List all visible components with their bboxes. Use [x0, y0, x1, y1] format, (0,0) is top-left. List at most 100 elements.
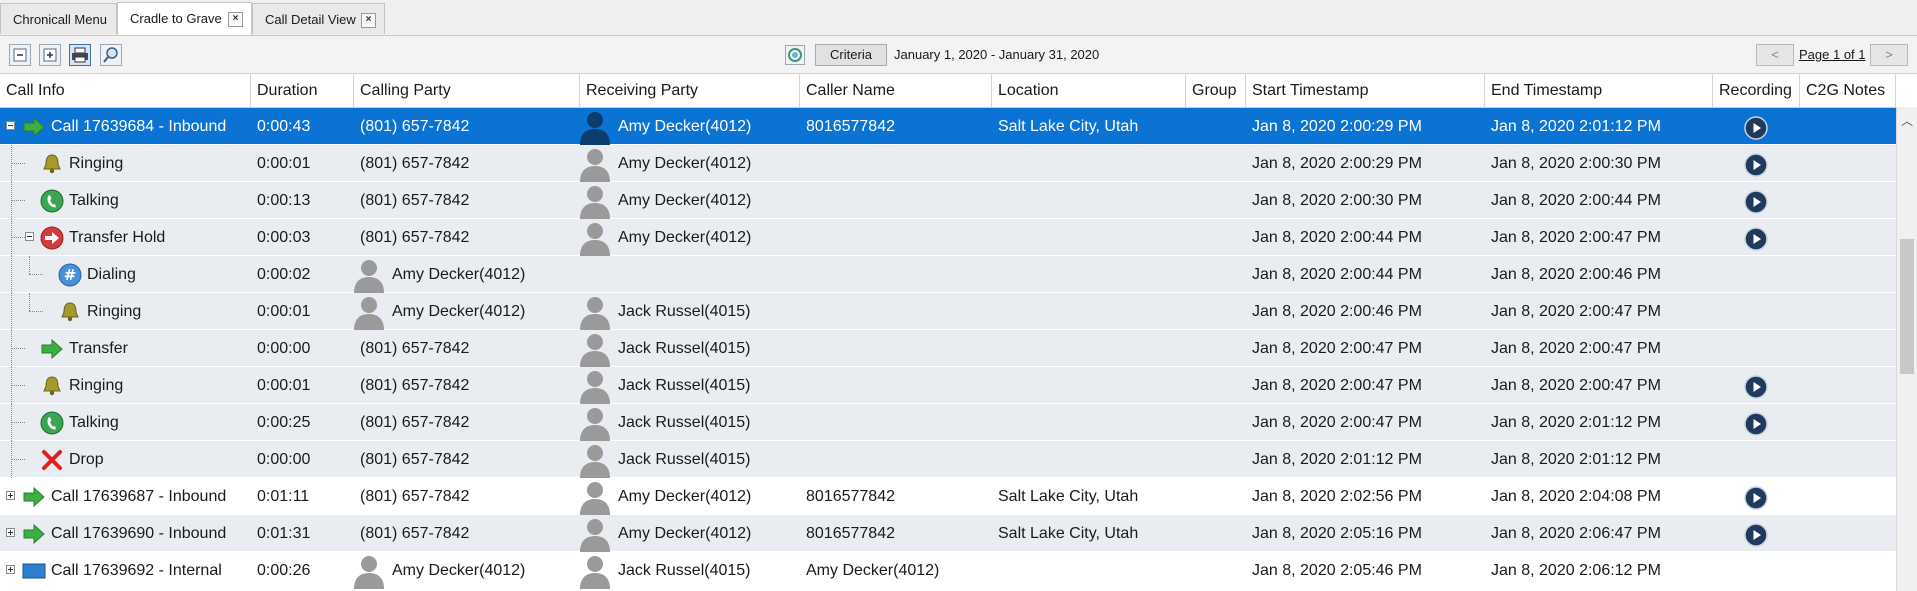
expand-icon[interactable]	[6, 528, 15, 537]
event-row[interactable]: Talking 0:00:13 (801) 657-7842 Amy Decker(4…	[0, 182, 1896, 219]
play-recording-icon[interactable]	[1744, 153, 1768, 177]
collapse-icon[interactable]	[6, 121, 15, 130]
call-row[interactable]: Call 17639690 - Inbound 0:01:31 (801) 657-…	[0, 515, 1896, 552]
call-info-label: Call 17639684 - Inbound	[51, 118, 227, 135]
column-header-caller-name[interactable]: Caller Name	[800, 74, 992, 107]
refresh-icon	[788, 48, 802, 62]
tree-line	[11, 459, 25, 460]
tab-bar: Chronicall Menu Cradle to Grave × Call D…	[0, 0, 1917, 36]
start-timestamp-cell: Jan 8, 2020 2:00:47 PM	[1252, 377, 1422, 394]
receiving-party-cell: Amy Decker(4012)	[618, 488, 752, 505]
column-header-c2g-notes[interactable]: C2G Notes	[1800, 74, 1896, 107]
next-page-button[interactable]: >	[1870, 44, 1908, 66]
receiving-party-cell: Amy Decker(4012)	[618, 155, 752, 172]
column-header-location[interactable]: Location	[992, 74, 1186, 107]
play-recording-icon[interactable]	[1744, 375, 1768, 399]
calling-party-cell: (801) 657-7842	[360, 192, 470, 209]
scroll-up-icon[interactable]: ︿	[1901, 112, 1913, 129]
calling-party-cell: (801) 657-7842	[360, 340, 470, 357]
close-icon[interactable]: ×	[228, 12, 243, 27]
event-row[interactable]: Drop 0:00:00 (801) 657-7842 Jack Russel(401…	[0, 441, 1896, 478]
event-row[interactable]: Transfer 0:00:00 (801) 657-7842 Jack Russel…	[0, 330, 1896, 367]
call-row[interactable]: Call 17639684 - Inbound 0:00:43 (801) 657-…	[0, 108, 1896, 145]
call-info-label: Talking	[69, 192, 119, 209]
tree-line	[29, 256, 30, 274]
page-info-link[interactable]: Page 1 of 1	[1799, 44, 1866, 66]
svg-text:#: #	[64, 266, 77, 284]
end-timestamp-cell: Jan 8, 2020 2:00:30 PM	[1491, 155, 1661, 172]
tab-label: Call Detail View	[265, 12, 356, 27]
calling-party-cell: (801) 657-7842	[360, 118, 470, 135]
collapse-all-button[interactable]	[9, 44, 31, 66]
duration-cell: 0:00:00	[257, 451, 311, 468]
grid-header: Call Info Duration Calling Party Receivi…	[0, 74, 1896, 108]
tab-cradle-to-grave[interactable]: Cradle to Grave ×	[117, 2, 252, 35]
column-header-group[interactable]: Group	[1186, 74, 1246, 107]
tree-line	[11, 293, 12, 330]
end-timestamp-cell: Jan 8, 2020 2:01:12 PM	[1491, 451, 1661, 468]
event-row[interactable]: # Dialing 0:00:02 Amy Decker(4012) Jan 8, 20…	[0, 256, 1896, 293]
search-button[interactable]	[100, 44, 122, 66]
event-row[interactable]: Ringing 0:00:01 (801) 657-7842 Jack Russel(…	[0, 367, 1896, 404]
end-timestamp-cell: Jan 8, 2020 2:01:12 PM	[1491, 118, 1661, 135]
column-header-start-timestamp[interactable]: Start Timestamp	[1246, 74, 1485, 107]
play-recording-icon[interactable]	[1744, 486, 1768, 510]
column-header-call-info[interactable]: Call Info	[0, 74, 251, 107]
close-icon[interactable]: ×	[361, 13, 376, 28]
refresh-button[interactable]	[785, 45, 805, 65]
play-recording-icon[interactable]	[1744, 190, 1768, 214]
collapse-all-icon	[13, 48, 27, 62]
calling-party-cell: (801) 657-7842	[360, 229, 470, 246]
start-timestamp-cell: Jan 8, 2020 2:00:44 PM	[1252, 229, 1422, 246]
play-recording-icon[interactable]	[1744, 227, 1768, 251]
event-row[interactable]: Ringing 0:00:01 Amy Decker(4012) Jack Russe…	[0, 293, 1896, 330]
column-header-receiving-party[interactable]: Receiving Party	[580, 74, 800, 107]
vertical-scrollbar[interactable]: ︿	[1896, 107, 1917, 591]
avatar	[352, 553, 386, 589]
caller-name-cell: Amy Decker(4012)	[806, 562, 940, 579]
column-header-calling-party[interactable]: Calling Party	[354, 74, 580, 107]
inbound-arrow-icon	[22, 485, 46, 509]
caller-name-cell: 8016577842	[806, 488, 895, 505]
calling-party-cell: Amy Decker(4012)	[392, 303, 526, 320]
duration-cell: 0:01:31	[257, 525, 311, 542]
tree-line	[11, 422, 25, 423]
column-header-end-timestamp[interactable]: End Timestamp	[1485, 74, 1713, 107]
end-timestamp-cell: Jan 8, 2020 2:06:47 PM	[1491, 525, 1661, 542]
start-timestamp-cell: Jan 8, 2020 2:00:47 PM	[1252, 340, 1422, 357]
calling-party-cell: (801) 657-7842	[360, 488, 470, 505]
calling-party-cell: (801) 657-7842	[360, 155, 470, 172]
avatar	[578, 479, 612, 515]
tab-call-detail-view[interactable]: Call Detail View ×	[252, 3, 385, 34]
call-info-label: Call 17639692 - Internal	[51, 562, 222, 579]
end-timestamp-cell: Jan 8, 2020 2:00:44 PM	[1491, 192, 1661, 209]
play-recording-icon[interactable]	[1744, 412, 1768, 436]
tab-chronicall-menu[interactable]: Chronicall Menu	[0, 3, 117, 34]
tab-label: Chronicall Menu	[13, 12, 107, 27]
expand-icon[interactable]	[6, 565, 15, 574]
collapse-icon[interactable]	[25, 232, 34, 241]
expand-icon[interactable]	[6, 491, 15, 500]
expand-all-button[interactable]	[39, 44, 61, 66]
column-header-duration[interactable]: Duration	[251, 74, 354, 107]
play-recording-icon[interactable]	[1744, 116, 1768, 140]
play-recording-icon[interactable]	[1744, 523, 1768, 547]
criteria-button[interactable]: Criteria	[815, 44, 887, 66]
dialing-hash-icon: #	[58, 263, 82, 287]
receiving-party-cell: Amy Decker(4012)	[618, 525, 752, 542]
print-button[interactable]	[69, 44, 91, 66]
avatar	[352, 257, 386, 293]
scrollbar-thumb[interactable]	[1900, 239, 1914, 374]
event-row[interactable]: Transfer Hold 0:00:03 (801) 657-7842 Amy De…	[0, 219, 1896, 256]
event-row[interactable]: Talking 0:00:25 (801) 657-7842 Jack Russel(…	[0, 404, 1896, 441]
column-header-recording[interactable]: Recording	[1713, 74, 1800, 107]
previous-page-button[interactable]: <	[1756, 44, 1794, 66]
event-row[interactable]: Ringing 0:00:01 (801) 657-7842 Amy Decker(4…	[0, 145, 1896, 182]
tree-line	[11, 163, 25, 164]
tree-line	[11, 385, 25, 386]
call-row[interactable]: Call 17639692 - Internal 0:00:26 Amy Decke…	[0, 552, 1896, 589]
avatar	[578, 442, 612, 478]
call-row[interactable]: Call 17639687 - Inbound 0:01:11 (801) 657-…	[0, 478, 1896, 515]
inbound-arrow-icon	[22, 522, 46, 546]
bell-icon	[58, 300, 82, 324]
